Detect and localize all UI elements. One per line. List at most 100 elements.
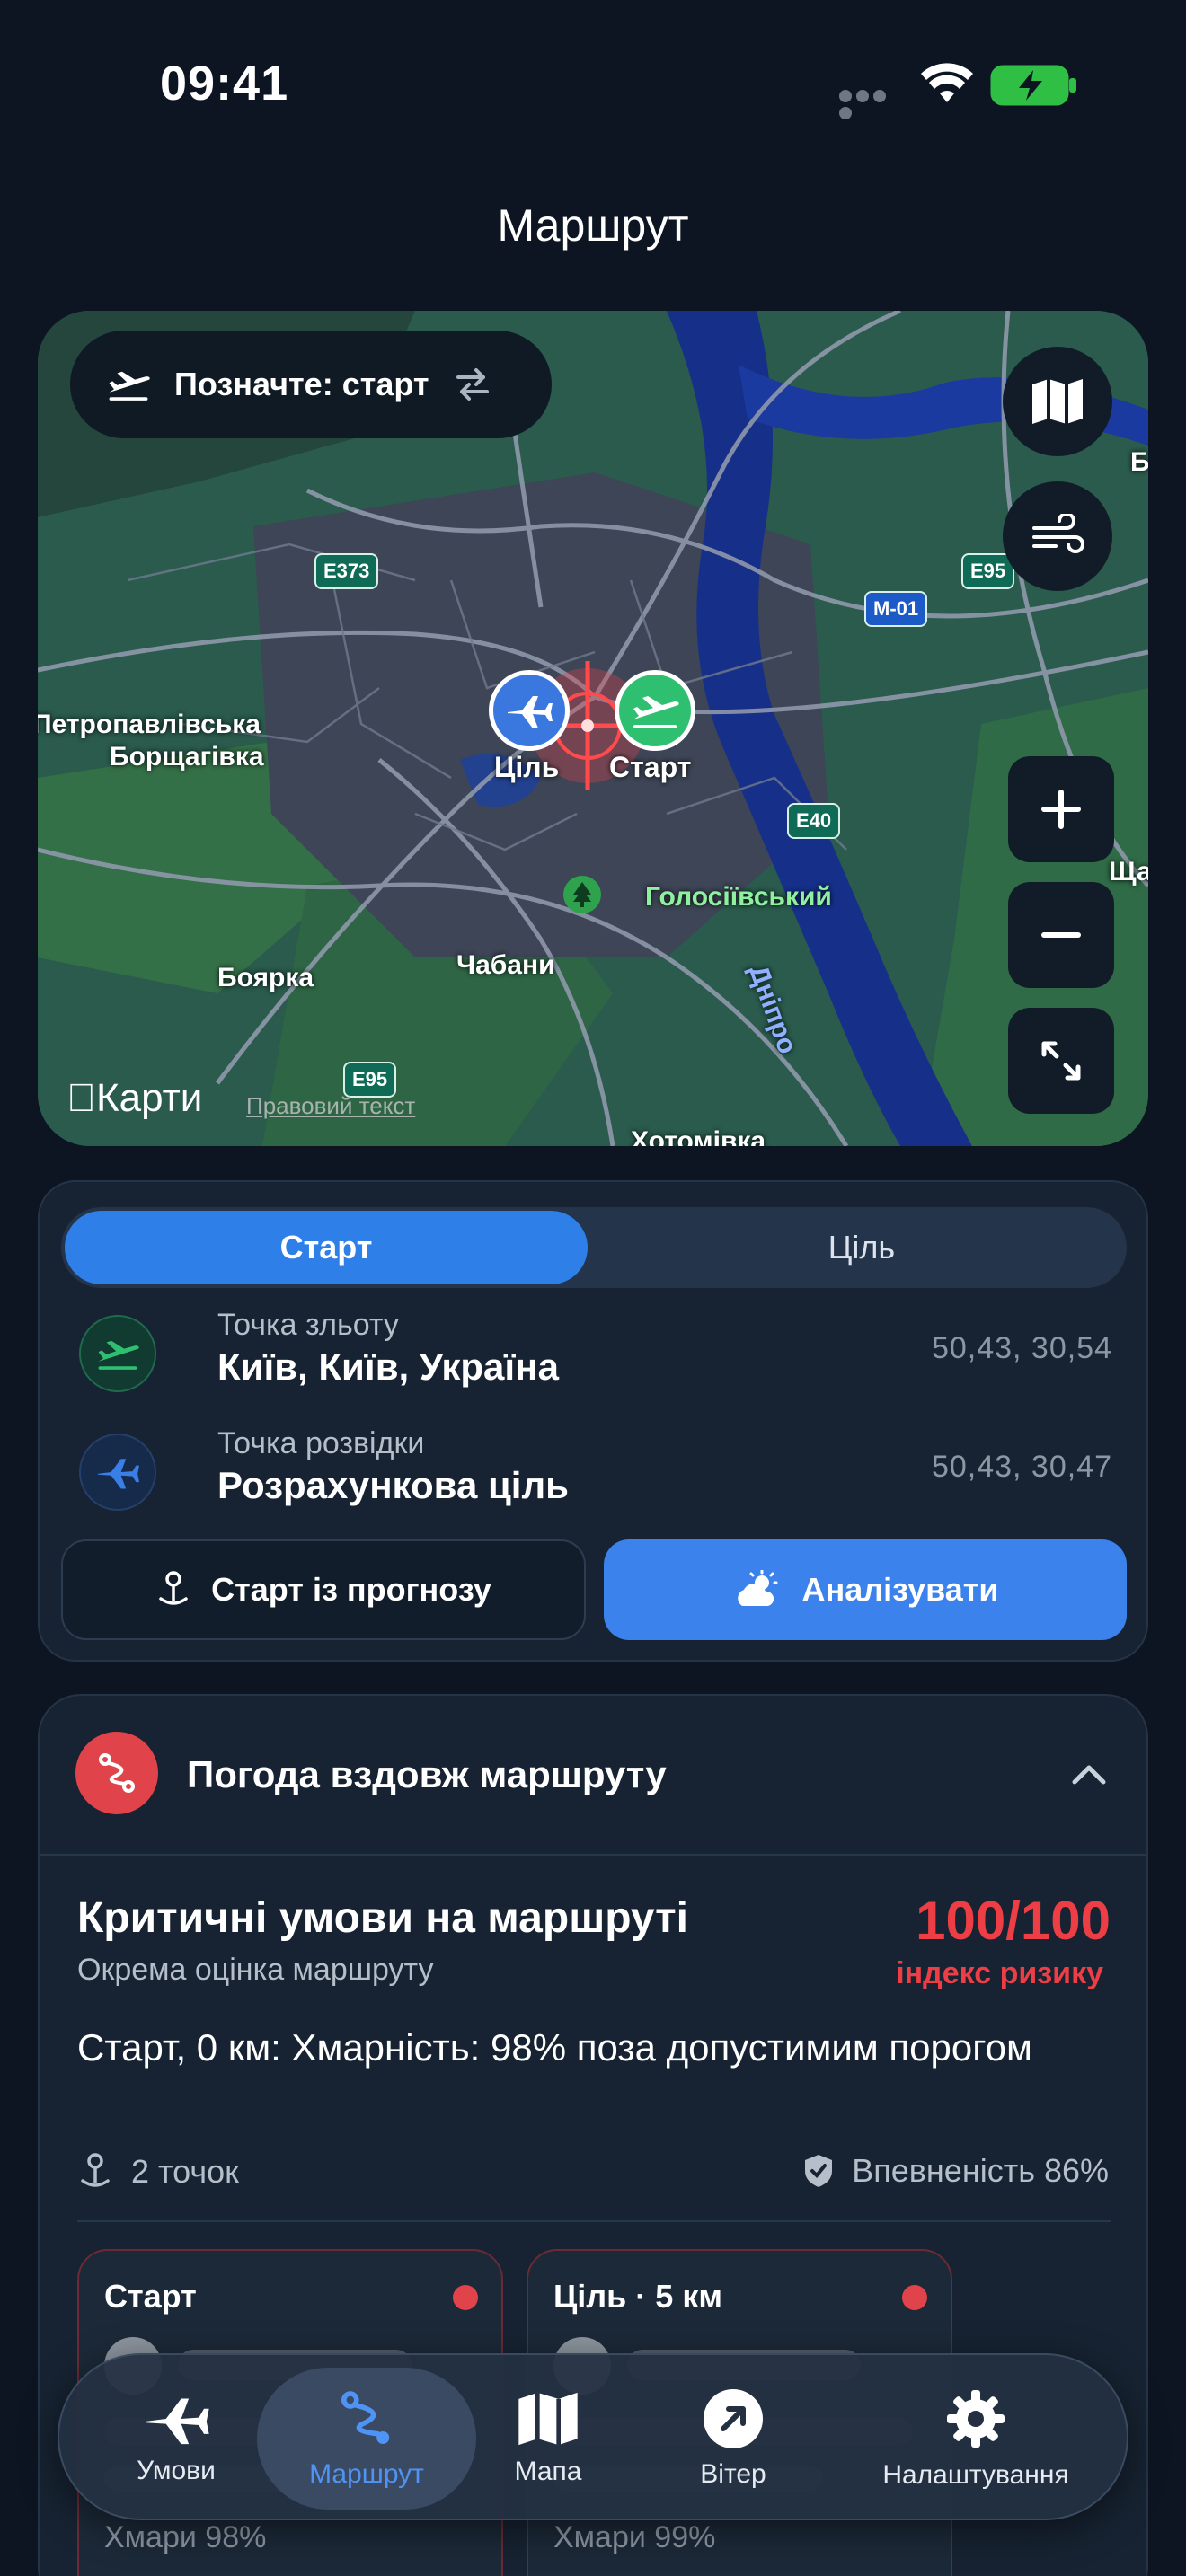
- status-time: 09:41: [160, 57, 289, 110]
- risk-title: Критичні умови на маршруті: [77, 1894, 689, 1942]
- points-count: 2 точок: [77, 2152, 239, 2192]
- route-points-card: Старт Ціль Точка зльоту Київ, Київ, Укра…: [38, 1180, 1148, 1662]
- cellular-signal-icon: [839, 90, 904, 119]
- wind-overlay-button[interactable]: [1003, 481, 1112, 591]
- takeoff-name: Київ, Київ, Україна: [217, 1345, 559, 1388]
- page-title: Маршрут: [497, 200, 689, 251]
- status-dot: [902, 2285, 927, 2310]
- start-marker[interactable]: [615, 670, 695, 751]
- zoom-out-button[interactable]: [1008, 882, 1114, 988]
- divider: [40, 1854, 1146, 1856]
- tab-label: Умови: [137, 2456, 216, 2485]
- wifi-icon: [921, 63, 973, 102]
- target-marker[interactable]: [489, 670, 570, 751]
- place-label-holosiivskyi: Голосіївський: [645, 882, 832, 912]
- battery-charging-icon: [990, 65, 1076, 106]
- recon-coords: 50,43, 30,47: [931, 1450, 1112, 1484]
- start-from-forecast-button[interactable]: Старт із прогнозу: [61, 1539, 586, 1640]
- status-dot: [453, 2285, 478, 2310]
- place-label-chabany: Чабани: [456, 950, 555, 980]
- tab-conditions[interactable]: Умови: [95, 2355, 257, 2522]
- risk-description: Старт, 0 км: Хмарність: 98% поза допусти…: [77, 2026, 1032, 2069]
- road-shield-e40: E40: [787, 803, 841, 839]
- minus-icon: [1041, 932, 1081, 938]
- route-icon: [75, 1732, 158, 1814]
- place-label-b: Б: [1130, 447, 1148, 477]
- tab-label: Мапа: [514, 2457, 582, 2486]
- gear-icon: [947, 2390, 1005, 2448]
- tab-label: Маршрут: [309, 2459, 424, 2489]
- tab-label: Налаштування: [882, 2460, 1069, 2490]
- partly-cloudy-icon: [738, 1570, 778, 1606]
- tab-wind[interactable]: Вітер: [661, 2355, 805, 2522]
- airplane-icon: [79, 1434, 156, 1511]
- takeoff-icon: [109, 371, 150, 401]
- tab-settings[interactable]: Налаштування: [850, 2355, 1102, 2522]
- place-label-bottom: Хотомівка: [631, 1126, 766, 1146]
- route-icon: [341, 2391, 390, 2444]
- route-weather-title: Погода вздовж маршруту: [187, 1753, 667, 1795]
- tab-map[interactable]: Мапа: [476, 2355, 620, 2522]
- zoom-in-button[interactable]: [1008, 756, 1114, 862]
- segment-start[interactable]: Старт: [65, 1211, 588, 1284]
- recon-caption: Точка розвідки: [217, 1426, 425, 1460]
- leg-title: Старт: [104, 2278, 197, 2315]
- leg-clouds: Хмари 98%: [104, 2520, 267, 2554]
- confidence: Впевненість 86%: [803, 2152, 1109, 2190]
- map-icon: [518, 2392, 578, 2446]
- tab-route[interactable]: Маршрут: [257, 2355, 476, 2522]
- takeoff-icon: [79, 1315, 156, 1392]
- shield-check-icon: [805, 2155, 833, 2187]
- analyze-label: Аналізувати: [801, 1571, 999, 1608]
- segment-target[interactable]: Ціль: [600, 1211, 1123, 1284]
- takeoff-coords: 50,43, 30,54: [931, 1331, 1112, 1365]
- mark-mode-pill[interactable]: Позначте: старт: [70, 331, 552, 438]
- recon-point-row[interactable]: Точка розвідки Розрахункова ціль 50,43, …: [79, 1426, 1112, 1525]
- maps-logo-text: Карти: [66, 1076, 202, 1120]
- apple-logo-icon: : [66, 1076, 96, 1120]
- points-count-label: 2 точок: [131, 2153, 239, 2190]
- location-pin-icon: [159, 1571, 188, 1605]
- start-marker-label: Старт: [609, 751, 692, 783]
- park-icon: [563, 876, 601, 913]
- maps-logo: Карти: [66, 1076, 202, 1121]
- arrow-up-right-circle-icon: [704, 2389, 763, 2448]
- risk-index-label: індекс ризику: [896, 1956, 1103, 1990]
- takeoff-icon: [633, 696, 679, 728]
- tab-bar: Умови Маршрут Мапа Вітер Налаштування: [58, 2353, 1128, 2520]
- location-pin-icon: [81, 2153, 110, 2187]
- expand-map-button[interactable]: [1008, 1008, 1114, 1114]
- risk-score: 100/100: [916, 1891, 1111, 1951]
- place-label-shcha: Ща: [1109, 857, 1148, 887]
- plus-icon: [1041, 790, 1081, 829]
- mark-mode-label: Позначте: старт: [174, 366, 429, 402]
- divider: [77, 2220, 1111, 2222]
- point-selector[interactable]: Старт Ціль: [61, 1207, 1127, 1288]
- wind-icon: [1032, 514, 1084, 553]
- legal-link[interactable]: Правовий текст: [246, 1092, 415, 1120]
- map-icon: [1032, 379, 1083, 424]
- place-label-borshchahivka: Борщагівка: [110, 742, 264, 772]
- start-from-forecast-label: Старт із прогнозу: [211, 1571, 491, 1608]
- road-shield-e373: E373: [314, 553, 379, 589]
- confidence-label: Впевненість 86%: [852, 2152, 1109, 2189]
- map-style-button[interactable]: [1003, 347, 1112, 456]
- risk-subtitle: Окрема оцінка маршруту: [77, 1953, 434, 1987]
- route-map[interactable]: E373 E95 M-01 E40 E95 Петропавлівська Бо…: [38, 311, 1148, 1146]
- road-shield-e95: E95: [961, 553, 1015, 589]
- place-label-petropavlivska: Петропавлівська: [38, 710, 261, 739]
- airplane-icon: [508, 696, 553, 728]
- leg-title: Ціль · 5 км: [553, 2278, 722, 2315]
- road-shield-m01: M-01: [864, 591, 928, 627]
- swap-icon[interactable]: [453, 366, 492, 402]
- place-label-boyarka: Боярка: [217, 963, 314, 992]
- chevron-up-icon[interactable]: [1067, 1757, 1111, 1793]
- analyze-button[interactable]: Аналізувати: [604, 1539, 1127, 1640]
- tab-label: Вітер: [700, 2459, 766, 2489]
- recon-name: Розрахункова ціль: [217, 1464, 569, 1506]
- expand-icon: [1041, 1041, 1081, 1081]
- takeoff-point-row[interactable]: Точка зльоту Київ, Київ, Україна 50,43, …: [79, 1308, 1112, 1407]
- target-marker-label: Ціль: [494, 751, 560, 783]
- airplane-icon: [146, 2398, 209, 2445]
- takeoff-caption: Точка зльоту: [217, 1308, 399, 1342]
